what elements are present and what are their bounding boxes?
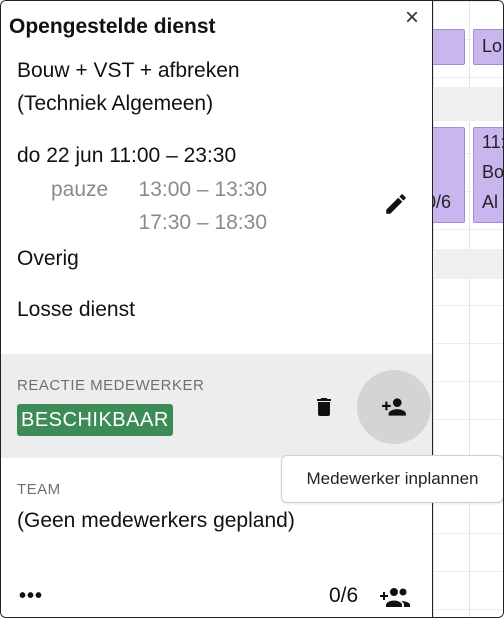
calendar-event-line: 11: [482, 132, 504, 152]
reaction-label: REACTIE MEDEWERKER [17, 377, 205, 394]
shift-category: Overig [17, 247, 79, 270]
shift-detail-popup: × Opengestelde dienst Bouw + VST + afbre… [1, 1, 433, 617]
assign-employee-button[interactable] [357, 370, 431, 444]
edit-pencil-icon[interactable] [383, 191, 409, 217]
calendar-event[interactable]: 11: Bo Al [473, 127, 504, 223]
close-icon[interactable]: × [399, 5, 425, 31]
calendar-event-line: Al [482, 192, 499, 212]
shift-datetime: do 22 jun 11:00 – 23:30 [17, 144, 237, 167]
calendar-event[interactable]: 0/6 [431, 127, 465, 223]
shift-name: Bouw + VST + afbreken [17, 59, 240, 82]
team-label: TEAM [17, 481, 61, 498]
trash-icon[interactable] [312, 394, 336, 420]
break-time: 17:30 – 18:30 [138, 211, 267, 234]
calendar-background: Lo 0/6 11: Bo Al [431, 1, 504, 617]
shift-type: Losse dienst [17, 298, 135, 321]
calendar-event-line: Bo [482, 162, 504, 182]
window-frame: Lo 0/6 11: Bo Al × Opengestelde dienst B… [0, 0, 504, 618]
group-add-icon[interactable] [379, 585, 411, 609]
popup-title: Opengestelde dienst [9, 15, 216, 38]
assigned-count: 0/6 [329, 584, 359, 607]
team-value: (Geen medewerkers gepland) [17, 509, 295, 532]
more-options-icon[interactable]: ••• [19, 585, 43, 608]
calendar-day-band [433, 249, 503, 279]
break-label: pauze [51, 178, 109, 201]
calendar-day-band [433, 87, 503, 121]
calendar-event[interactable]: Lo [473, 29, 503, 65]
reaction-status-badge: BESCHIKBAAR [17, 404, 173, 436]
calendar-event[interactable] [431, 29, 465, 65]
calendar-event-count: 0/6 [432, 192, 452, 212]
break-time: 13:00 – 13:30 [138, 178, 267, 201]
calendar-event-text: Lo [482, 36, 503, 56]
shift-department: (Techniek Algemeen) [17, 92, 214, 115]
person-add-icon [382, 398, 406, 416]
assign-tooltip: Medewerker inplannen [281, 455, 503, 503]
